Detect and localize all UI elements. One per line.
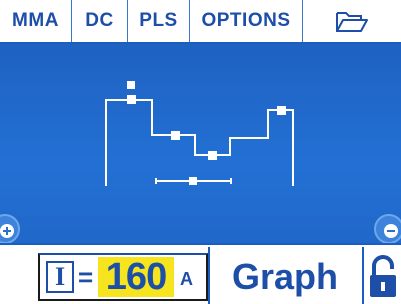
current-setting[interactable]: I = 160 A <box>38 253 208 301</box>
menu-item-dc[interactable]: DC <box>72 0 128 42</box>
menu-item-pls[interactable]: PLS <box>128 0 190 42</box>
waveform-handle[interactable] <box>277 106 286 115</box>
waveform-handle[interactable] <box>171 131 180 140</box>
current-value[interactable]: 160 <box>98 257 174 297</box>
welding-waveform-graph <box>105 81 294 186</box>
zoom-out-icon <box>384 224 398 238</box>
view-mode-label[interactable]: Graph <box>210 253 360 301</box>
status-bar: I = 160 A Graph <box>0 243 401 304</box>
waveform-line <box>105 99 294 186</box>
status-divider <box>362 247 364 304</box>
current-unit: A <box>180 269 193 289</box>
zoom-in-icon <box>0 224 14 238</box>
waveform-handle[interactable] <box>189 177 197 185</box>
zoom-out-button[interactable] <box>374 214 401 244</box>
current-symbol: I <box>46 261 74 293</box>
menu-item-mma[interactable]: MMA <box>0 0 72 42</box>
folder-open-icon <box>336 12 368 32</box>
menu-item-options[interactable]: OPTIONS <box>190 0 303 42</box>
graph-panel <box>0 44 401 244</box>
folder-button[interactable] <box>303 0 401 42</box>
equals-sign: = <box>78 262 94 292</box>
waveform-handle[interactable] <box>127 95 136 104</box>
lock-open-icon[interactable] <box>368 255 398 299</box>
waveform-handle[interactable] <box>208 151 217 160</box>
top-menu-bar: MMA DC PLS OPTIONS <box>0 0 401 44</box>
waveform-handle[interactable] <box>127 81 135 89</box>
